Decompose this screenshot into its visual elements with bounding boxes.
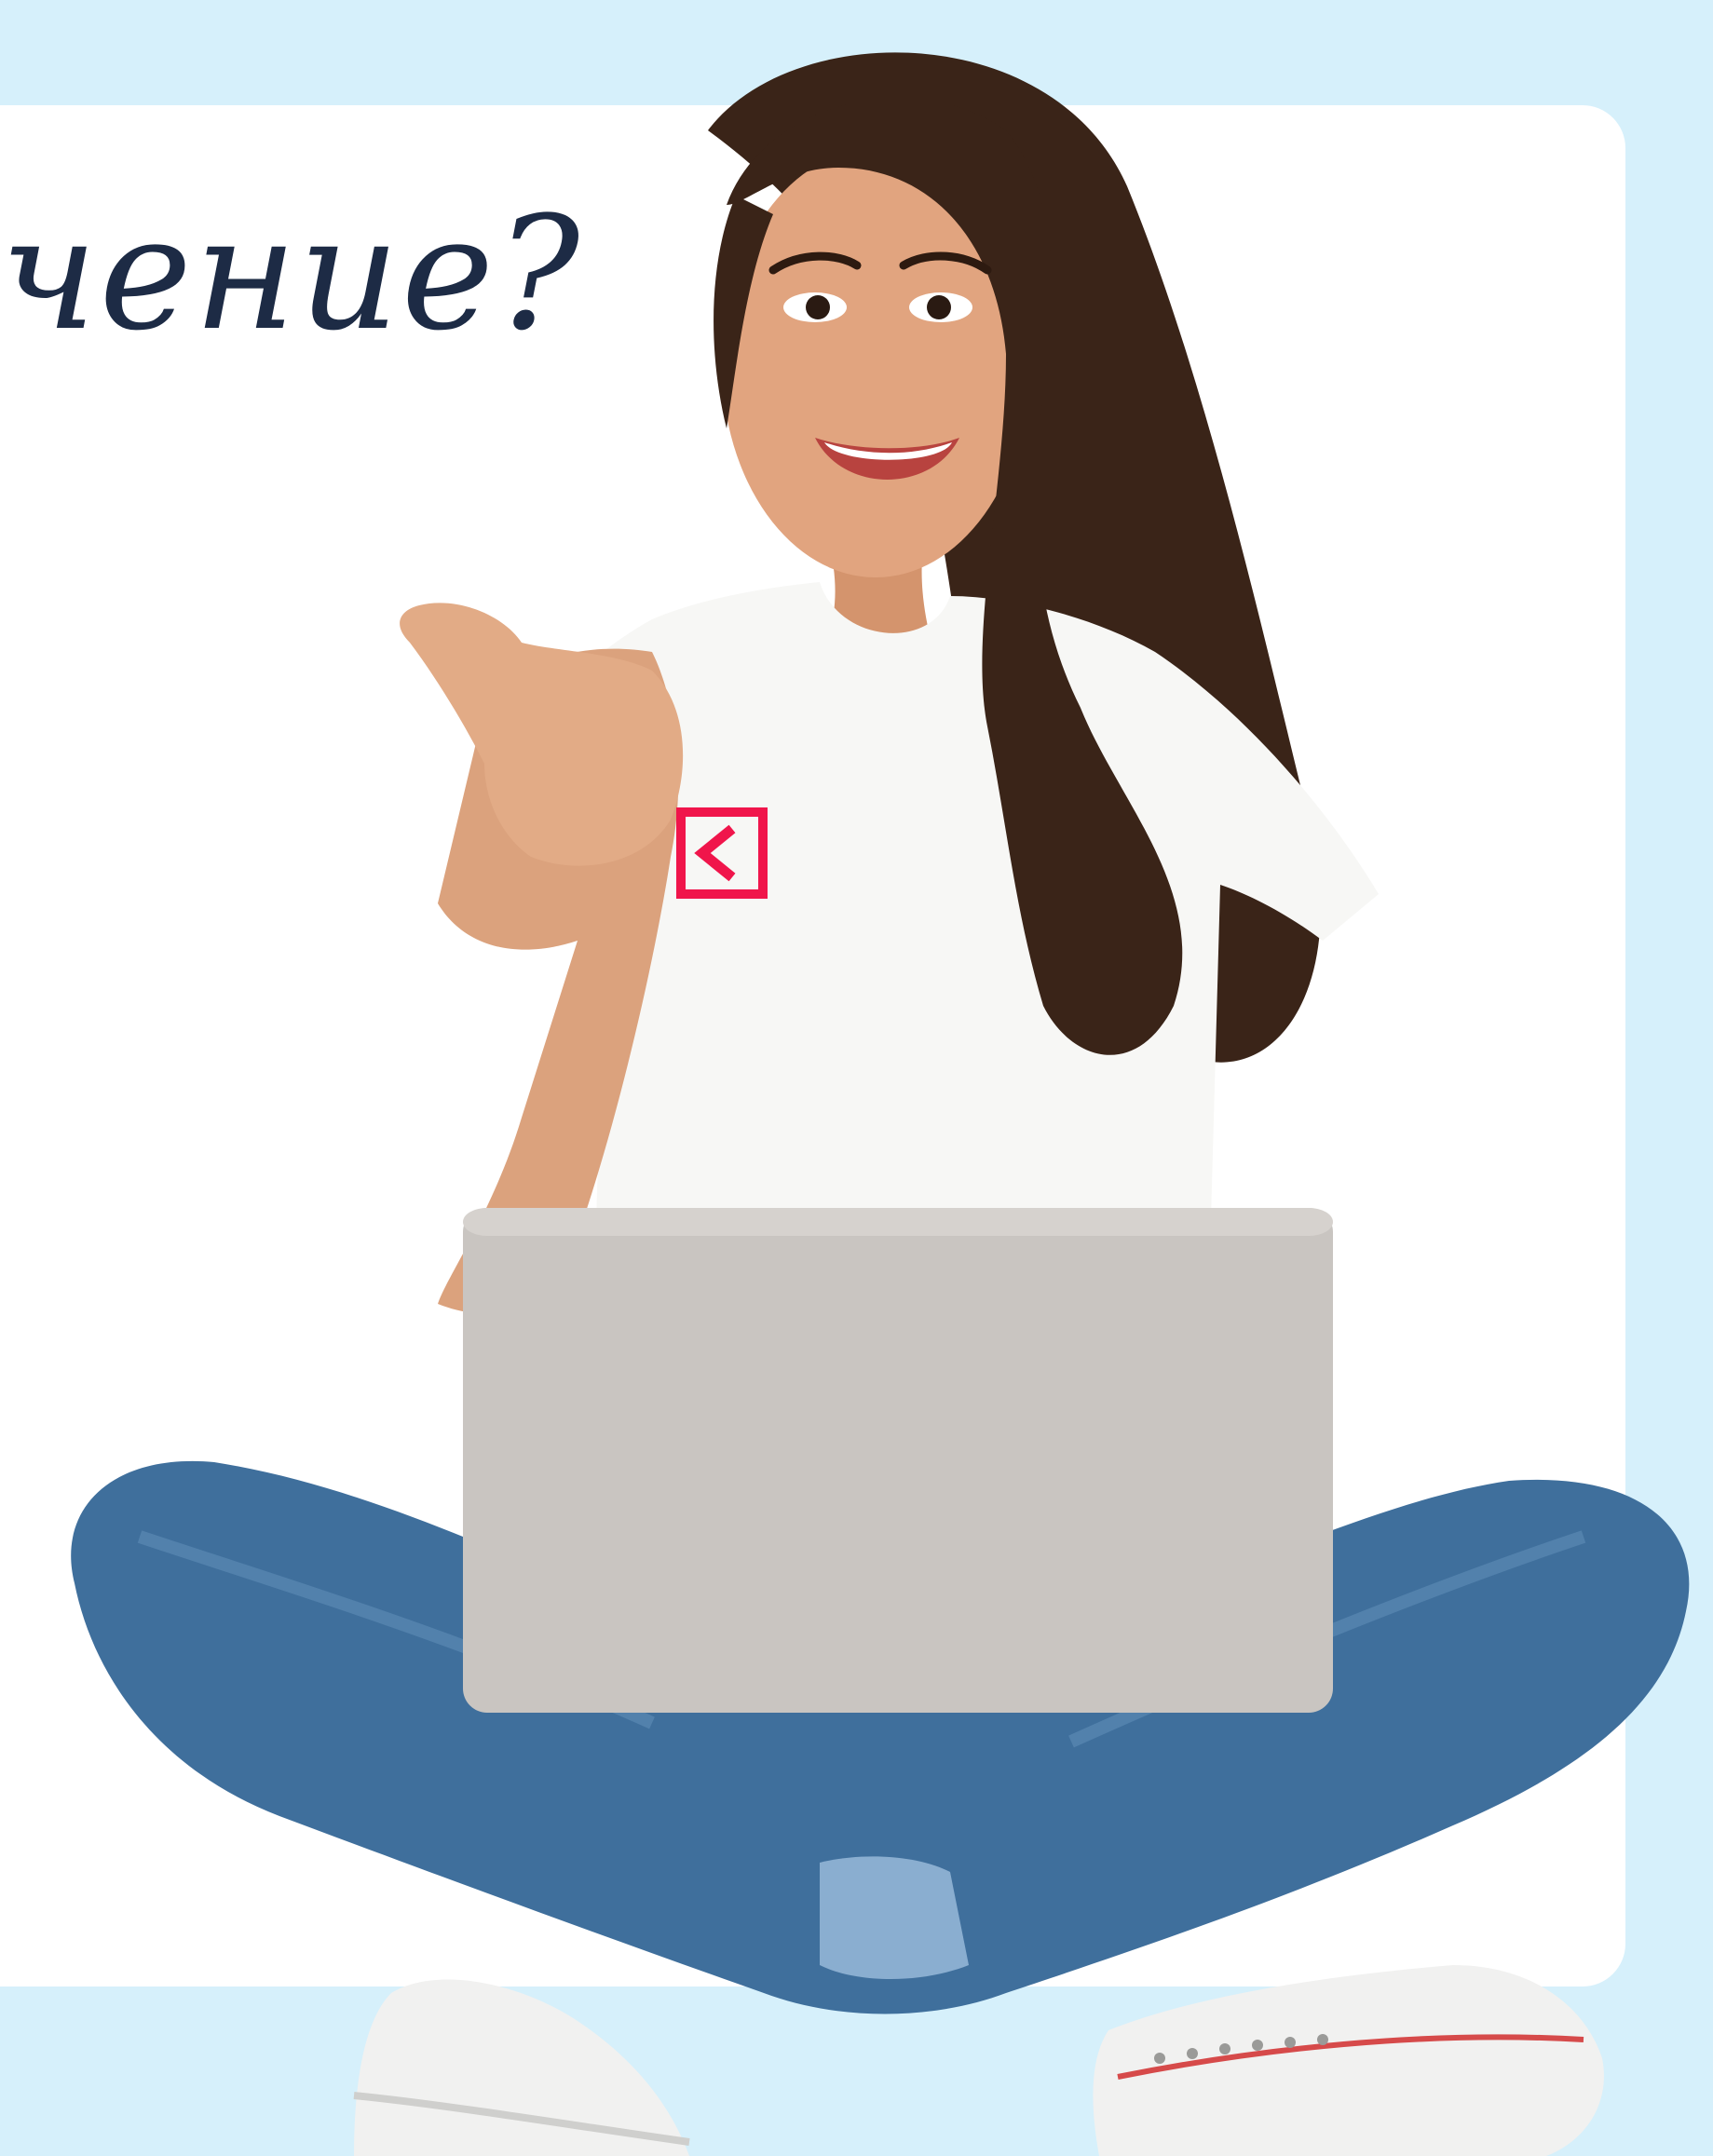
laptop [463, 1208, 1333, 1713]
right-sneaker [1093, 1965, 1604, 2156]
jeans-cuff [820, 1856, 969, 1979]
person-with-laptop-photo [71, 52, 1690, 2156]
left-sneaker [354, 1979, 689, 2156]
